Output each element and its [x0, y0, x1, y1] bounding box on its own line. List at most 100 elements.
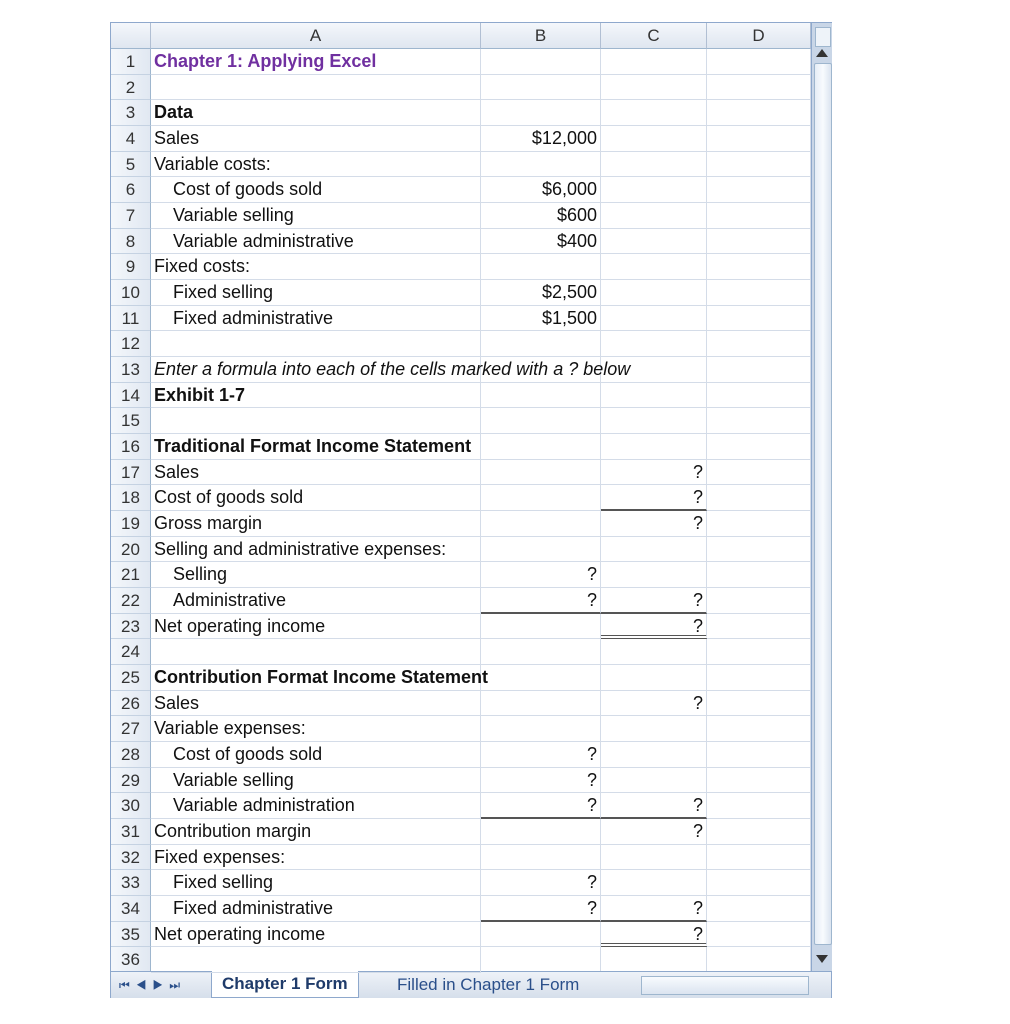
scroll-up-icon[interactable]	[816, 49, 828, 57]
row-header[interactable]: 11	[111, 305, 151, 332]
row-header[interactable]: 33	[111, 870, 151, 897]
cell-c19[interactable]: ?	[601, 511, 707, 537]
cell-c9[interactable]	[601, 254, 707, 281]
cell-b35[interactable]	[481, 921, 601, 948]
row-header[interactable]: 34	[111, 896, 151, 922]
row-header[interactable]: 14	[111, 382, 151, 409]
cell-c32[interactable]	[601, 844, 707, 871]
cell-a30[interactable]: Variable administration	[151, 793, 481, 820]
cell-d29[interactable]	[707, 767, 811, 794]
cell-d20[interactable]	[707, 536, 811, 563]
cell-b8[interactable]: $400	[481, 228, 601, 255]
cell-d27[interactable]	[707, 716, 811, 743]
cell-c5[interactable]	[601, 151, 707, 178]
cell-a33[interactable]: Fixed selling	[151, 870, 481, 897]
column-header-b[interactable]: B	[481, 23, 601, 49]
cell-d26[interactable]	[707, 690, 811, 717]
row-header[interactable]: 30	[111, 793, 151, 820]
cell-d24[interactable]	[707, 639, 811, 666]
cell-c33[interactable]	[601, 870, 707, 897]
cell-a7[interactable]: Variable selling	[151, 203, 481, 229]
row-header[interactable]: 2	[111, 74, 151, 101]
cell-b14[interactable]	[481, 382, 601, 409]
cell-a14[interactable]: Exhibit 1-7	[151, 382, 481, 409]
split-handle[interactable]	[815, 27, 831, 47]
cell-c28[interactable]	[601, 742, 707, 768]
row-header[interactable]: 12	[111, 331, 151, 358]
cell-c29[interactable]	[601, 767, 707, 794]
cell-c27[interactable]	[601, 716, 707, 743]
cell-a34[interactable]: Fixed administrative	[151, 896, 481, 922]
cell-c30[interactable]: ?	[601, 793, 707, 820]
cell-d32[interactable]	[707, 844, 811, 871]
row-header[interactable]: 18	[111, 485, 151, 512]
cell-b26[interactable]	[481, 690, 601, 717]
cell-d9[interactable]	[707, 254, 811, 281]
cell-d18[interactable]	[707, 485, 811, 512]
row-header[interactable]: 29	[111, 767, 151, 794]
cell-b6[interactable]: $6,000	[481, 177, 601, 203]
cell-c16[interactable]	[601, 434, 707, 460]
cell-b11[interactable]: $1,500	[481, 305, 601, 332]
cell-a35[interactable]: Net operating income	[151, 921, 481, 948]
cell-b4[interactable]: $12,000	[481, 126, 601, 152]
cell-b23[interactable]	[481, 613, 601, 640]
row-header[interactable]: 17	[111, 459, 151, 486]
cell-c22[interactable]: ?	[601, 588, 707, 614]
cell-b17[interactable]	[481, 459, 601, 486]
cell-d25[interactable]	[707, 665, 811, 691]
cell-c23[interactable]: ?	[601, 613, 707, 640]
cell-b31[interactable]	[481, 819, 601, 845]
cell-a10[interactable]: Fixed selling	[151, 280, 481, 306]
cell-a9[interactable]: Fixed costs:	[151, 254, 481, 281]
cell-d15[interactable]	[707, 408, 811, 435]
cell-b32[interactable]	[481, 844, 601, 871]
cell-d17[interactable]	[707, 459, 811, 486]
cell-d22[interactable]	[707, 588, 811, 614]
cell-a22[interactable]: Administrative	[151, 588, 481, 614]
cell-a26[interactable]: Sales	[151, 690, 481, 717]
cell-b1[interactable]	[481, 49, 601, 75]
cell-d16[interactable]	[707, 434, 811, 460]
cell-a27[interactable]: Variable expenses:	[151, 716, 481, 743]
horizontal-scrollbar[interactable]	[641, 976, 809, 995]
cell-c11[interactable]	[601, 305, 707, 332]
cell-a11[interactable]: Fixed administrative	[151, 305, 481, 332]
row-header[interactable]: 20	[111, 536, 151, 563]
tab-filled-in-chapter-1-form[interactable]: Filled in Chapter 1 Form	[387, 972, 589, 998]
cell-a2[interactable]	[151, 74, 481, 101]
cell-d5[interactable]	[707, 151, 811, 178]
cell-d1[interactable]	[707, 49, 811, 75]
cell-a16[interactable]: Traditional Format Income Statement	[151, 434, 481, 460]
cell-a19[interactable]: Gross margin	[151, 511, 481, 537]
cell-d12[interactable]	[707, 331, 811, 358]
cell-d10[interactable]	[707, 280, 811, 306]
row-header[interactable]: 6	[111, 177, 151, 203]
cell-a12[interactable]	[151, 331, 481, 358]
cell-b24[interactable]	[481, 639, 601, 666]
cell-a32[interactable]: Fixed expenses:	[151, 844, 481, 871]
cell-b7[interactable]: $600	[481, 203, 601, 229]
cell-a25[interactable]: Contribution Format Income Statement	[151, 665, 488, 691]
row-header[interactable]: 22	[111, 588, 151, 614]
cell-b18[interactable]	[481, 485, 601, 512]
cell-d14[interactable]	[707, 382, 811, 409]
cell-c24[interactable]	[601, 639, 707, 666]
row-header[interactable]: 24	[111, 639, 151, 666]
cell-d21[interactable]	[707, 562, 811, 589]
cell-b34[interactable]: ?	[481, 896, 601, 922]
cell-b27[interactable]	[481, 716, 601, 743]
row-header[interactable]: 8	[111, 228, 151, 255]
cell-b16[interactable]	[481, 434, 601, 460]
row-header[interactable]: 27	[111, 716, 151, 743]
cell-c15[interactable]	[601, 408, 707, 435]
cell-d34[interactable]	[707, 896, 811, 922]
cell-d2[interactable]	[707, 74, 811, 101]
cell-c1[interactable]	[601, 49, 707, 75]
row-header[interactable]: 4	[111, 126, 151, 152]
cell-c34[interactable]: ?	[601, 896, 707, 922]
select-all-button[interactable]	[111, 23, 151, 49]
tab-navigation-icons[interactable]: ⏮◀▶⏭	[119, 972, 186, 998]
cell-a1[interactable]: Chapter 1: Applying Excel	[151, 49, 481, 75]
cell-c17[interactable]: ?	[601, 459, 707, 486]
